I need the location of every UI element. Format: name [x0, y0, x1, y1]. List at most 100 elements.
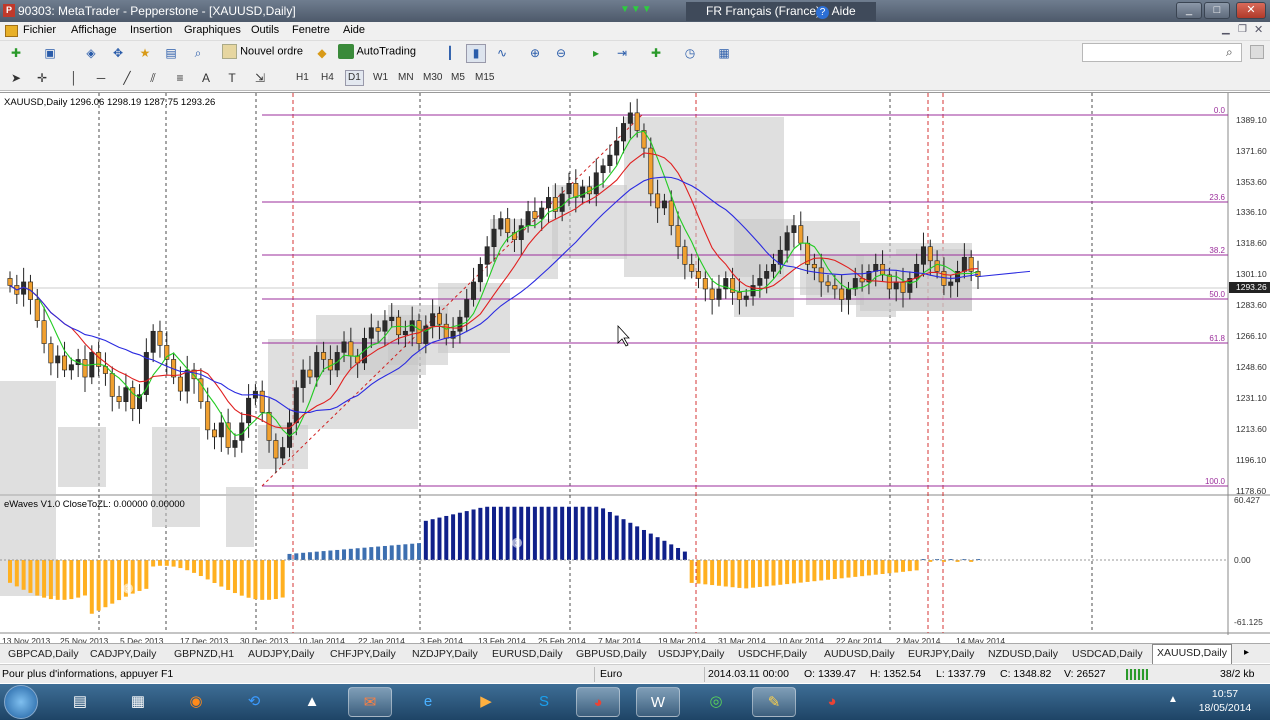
word-icon[interactable]: W — [636, 687, 680, 717]
maximize-button[interactable]: □ — [1204, 2, 1230, 19]
horizontal-line-icon[interactable]: ─ — [91, 69, 111, 88]
fibonacci-icon[interactable]: ≡ — [170, 69, 190, 88]
timeframe-d1[interactable]: D1 — [345, 70, 364, 86]
menu-aide[interactable]: Aide — [343, 24, 365, 36]
firefox-icon[interactable]: ◉ — [174, 687, 218, 717]
navigator-icon[interactable]: ★ — [135, 44, 155, 63]
timeframe-w1[interactable]: W1 — [373, 72, 388, 83]
chart-shift-icon[interactable]: ⇥ — [612, 44, 632, 63]
histogram-bar — [198, 560, 203, 577]
paint-icon[interactable]: ✎ — [752, 687, 796, 717]
date-tick-label: 13 Feb 2014 — [478, 636, 526, 643]
tab-scroll-right-icon[interactable]: ▸ — [1244, 647, 1249, 658]
candlestick-icon[interactable]: ▮ — [466, 44, 486, 63]
chart-canvas[interactable]: 0.0 23.6 38.2 50.0 61.8 100.0 1389.10 1371.60 13… — [0, 93, 1270, 646]
metaeditor-icon[interactable]: ◆ — [312, 44, 332, 63]
app-icon: P — [3, 4, 15, 17]
chart-tab[interactable]: USDCHF,Daily — [734, 646, 811, 663]
channel-icon[interactable]: ⫽ — [143, 69, 163, 88]
chart-tab[interactable]: EURUSD,Daily — [488, 646, 567, 663]
templates-icon[interactable]: ▦ — [714, 44, 734, 63]
app-dark-icon[interactable]: ▲ — [290, 687, 334, 717]
help-label[interactable]: ? Aide — [816, 2, 856, 21]
tray-expand-icon[interactable]: ▲ — [1168, 694, 1178, 705]
auto-scroll-icon[interactable]: ▸ — [586, 44, 606, 63]
mdi-restore-button[interactable]: ❐ — [1238, 24, 1247, 35]
start-button[interactable] — [4, 685, 38, 719]
menu-fenetre[interactable]: Fenetre — [292, 24, 330, 36]
chart-tab[interactable]: USDCAD,Daily — [1068, 646, 1147, 663]
menu-affichage[interactable]: Affichage — [71, 24, 117, 36]
menu-insertion[interactable]: Insertion — [130, 24, 172, 36]
explorer-icon[interactable]: ▤ — [58, 687, 102, 717]
timeframe-h1[interactable]: H1 — [296, 72, 309, 83]
mdi-close-button[interactable]: ✕ — [1254, 23, 1263, 36]
indicators-icon[interactable]: ✚ — [646, 44, 666, 63]
text-icon[interactable]: A — [196, 69, 216, 88]
label-icon[interactable]: T — [222, 69, 242, 88]
terminal-icon[interactable]: ▤ — [161, 44, 181, 63]
chart-menu-icon[interactable] — [5, 25, 18, 37]
bar-chart-icon[interactable]: ┃ — [440, 44, 460, 63]
crosshair-icon[interactable]: ✛ — [32, 69, 52, 88]
vertical-line-icon[interactable]: │ — [64, 69, 84, 88]
timeframe-m15[interactable]: M15 — [475, 72, 494, 83]
chart-tab[interactable]: USDJPY,Daily — [654, 646, 728, 663]
outlook-icon[interactable]: ✉ — [348, 687, 392, 717]
new-chart-icon[interactable]: ✚ — [6, 44, 26, 63]
menu-graphiques[interactable]: Graphiques — [184, 24, 241, 36]
chart-tab[interactable]: AUDUSD,Daily — [820, 646, 899, 663]
chart-tab[interactable]: EURJPY,Daily — [904, 646, 978, 663]
market-watch-icon[interactable]: ◈ — [81, 44, 101, 63]
chrome-icon[interactable]: ◕ — [576, 687, 620, 717]
chart-tab[interactable]: GBPCAD,Daily — [4, 646, 83, 663]
strategy-tester-icon[interactable]: ⌕ — [188, 44, 208, 63]
search-input[interactable] — [1082, 43, 1242, 62]
chart-tab[interactable]: GBPNZD,H1 — [170, 646, 238, 663]
chart-window[interactable]: 0.0 23.6 38.2 50.0 61.8 100.0 1389.10 1371.60 13… — [0, 92, 1270, 646]
language-bar[interactable]: FR Français (France) ? Aide — [686, 2, 876, 21]
cursor-icon[interactable]: ➤ — [6, 69, 26, 88]
app-notification-icon: ▼▼▼ — [620, 4, 653, 15]
media-player-icon[interactable]: ▶ — [464, 687, 508, 717]
line-chart-icon[interactable]: ∿ — [492, 44, 512, 63]
candle-body — [764, 271, 770, 279]
autotrading-button[interactable]: AutoTrading — [338, 44, 416, 63]
skype-icon[interactable]: S — [522, 687, 566, 717]
mdi-minimize-button[interactable]: ▁ — [1222, 24, 1230, 35]
chart-tab[interactable]: NZDUSD,Daily — [984, 646, 1062, 663]
timeframe-m5[interactable]: M5 — [451, 72, 465, 83]
data-window-icon[interactable]: ✥ — [108, 44, 128, 63]
chart-tab[interactable]: CHFJPY,Daily — [326, 646, 400, 663]
arrows-icon[interactable]: ⇲ — [250, 69, 270, 88]
zoom-out-icon[interactable]: ⊖ — [551, 44, 571, 63]
menu-fichier[interactable]: Fichier — [23, 24, 56, 36]
xbox-app-icon[interactable]: ◎ — [694, 687, 738, 717]
timeframe-m30[interactable]: M30 — [423, 72, 442, 83]
zoom-in-icon[interactable]: ⊕ — [525, 44, 545, 63]
chrome-2-icon[interactable]: ◕ — [810, 687, 854, 717]
chart-tab[interactable]: CADJPY,Daily — [86, 646, 160, 663]
timeframe-h4[interactable]: H4 — [321, 72, 334, 83]
chart-tab[interactable]: GBPUSD,Daily — [572, 646, 651, 663]
search-icon[interactable]: ⌕ — [1226, 45, 1233, 60]
menu-outils[interactable]: Outils — [251, 24, 279, 36]
date-tick-label: 22 Apr 2014 — [836, 636, 882, 643]
timeframe-mn[interactable]: MN — [398, 72, 414, 83]
system-clock[interactable]: 10:57 18/05/2014 — [1190, 687, 1260, 715]
notepad-icon[interactable]: ▦ — [116, 687, 160, 717]
chart-tab[interactable]: AUDJPY,Daily — [244, 646, 318, 663]
status-profile[interactable]: Euro — [600, 668, 622, 680]
community-icon[interactable] — [1250, 45, 1264, 59]
periods-icon[interactable]: ◷ — [680, 44, 700, 63]
profiles-icon[interactable]: ▣ — [40, 44, 60, 63]
close-button[interactable]: ✕ — [1236, 2, 1266, 19]
histogram-bar — [410, 543, 415, 560]
chart-tab[interactable]: XAUUSD,Daily — [1152, 644, 1233, 664]
teamviewer-icon[interactable]: ⟲ — [232, 687, 276, 717]
internet-explorer-icon[interactable]: e — [406, 687, 450, 717]
minimize-button[interactable]: _ — [1176, 2, 1202, 19]
trendline-icon[interactable]: ╱ — [117, 69, 137, 88]
new-order-button[interactable]: Nouvel ordre — [222, 44, 303, 63]
chart-tab[interactable]: NZDJPY,Daily — [408, 646, 482, 663]
